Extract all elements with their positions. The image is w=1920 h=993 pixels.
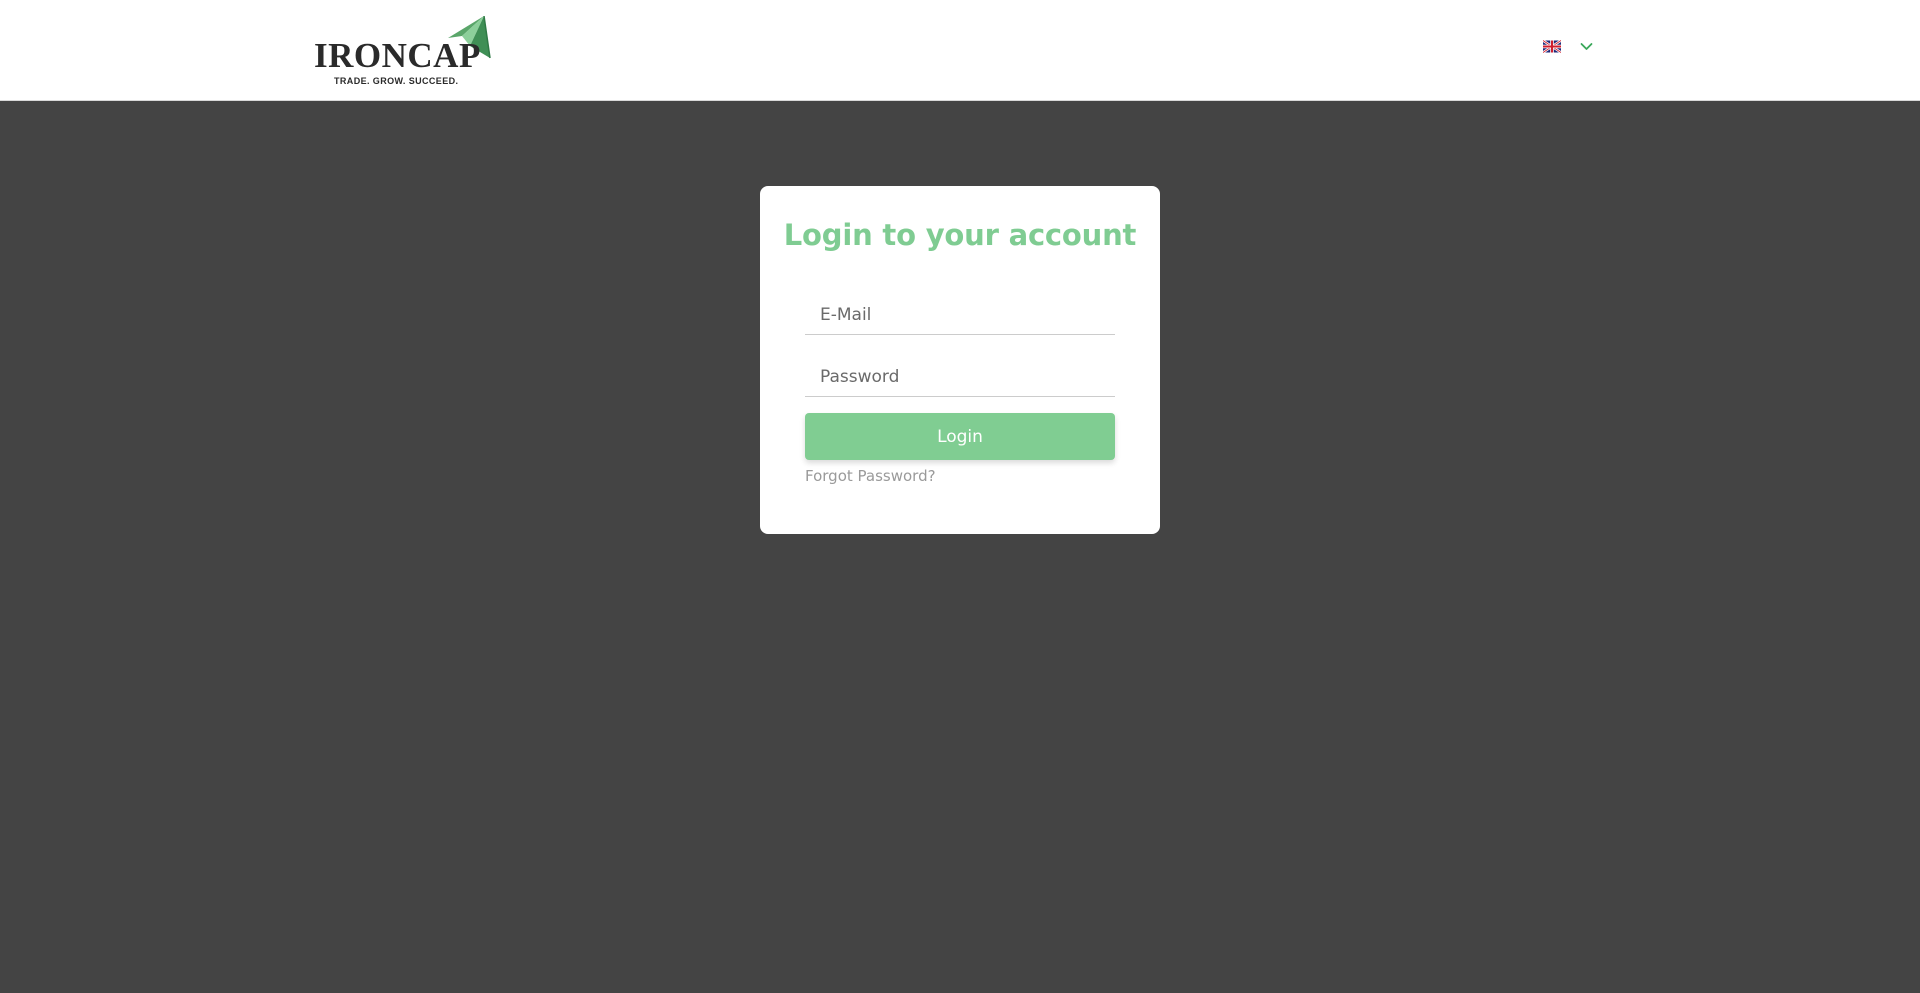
login-card: Login to your account Login Forgot Passw… — [760, 186, 1160, 534]
email-field[interactable] — [805, 295, 1115, 335]
ironcap-logo[interactable]: IRONCAP TRADE. GROW. SUCCEED. — [314, 16, 494, 86]
login-button[interactable]: Login — [805, 413, 1115, 460]
logo-tagline: TRADE. GROW. SUCCEED. — [334, 76, 459, 86]
login-title: Login to your account — [783, 218, 1137, 252]
language-selector[interactable] — [1543, 40, 1593, 53]
forgot-password-link[interactable]: Forgot Password? — [805, 467, 936, 485]
password-field[interactable] — [805, 357, 1115, 397]
top-header: IRONCAP TRADE. GROW. SUCCEED. — [0, 0, 1920, 101]
logo-wordmark: IRONCAP — [314, 36, 481, 75]
chevron-down-icon — [1580, 43, 1593, 50]
uk-flag-icon — [1543, 40, 1561, 53]
